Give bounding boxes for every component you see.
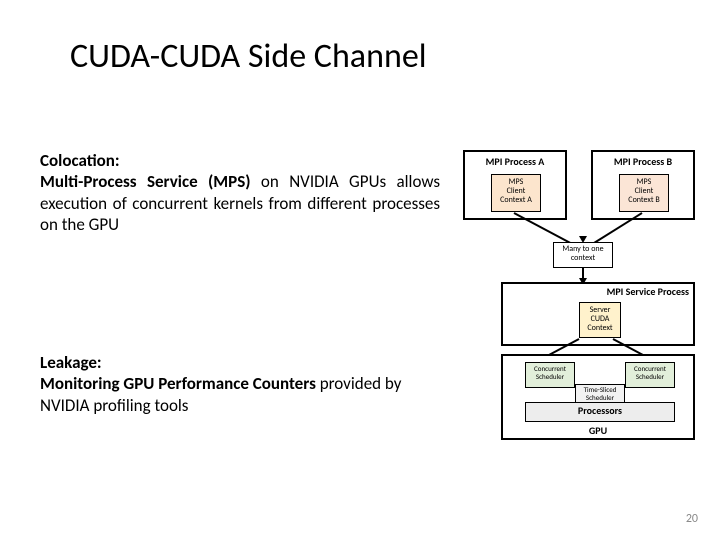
colocation-bold: Multi-Process Service (MPS) (40, 171, 261, 192)
server-cuda-context-box: ServerCUDAContext (579, 302, 621, 338)
mpi-service-box: MPI Service Process ServerCUDAContext (501, 282, 695, 346)
leakage-bold: Monitoring GPU Performance Counters (40, 373, 320, 394)
concurrent-scheduler-a: ConcurrentScheduler (525, 362, 575, 388)
mpi-process-b-box: MPI Process B MPSClientContext B (591, 150, 695, 220)
slide-title: CUDA-CUDA Side Channel (70, 36, 427, 77)
colocation-heading: Colocation: (40, 150, 120, 171)
mpi-service-label: MPI Service Process (607, 286, 689, 298)
leakage-paragraph: Leakage: Monitoring GPU Performance Coun… (40, 352, 440, 416)
concurrent-scheduler-b: ConcurrentScheduler (625, 362, 675, 388)
time-sliced-scheduler: Time-SlicedScheduler (575, 384, 625, 404)
colocation-paragraph: Colocation: Multi-Process Service (MPS) … (40, 150, 440, 235)
gpu-box: ConcurrentScheduler ConcurrentScheduler … (501, 354, 695, 440)
mpi-process-a-box: MPI Process A MPSClientContext A (463, 150, 567, 220)
mps-client-a-box: MPSClientContext A (491, 174, 541, 212)
leakage-heading: Leakage: (40, 352, 102, 373)
mpi-process-b-label: MPI Process B (593, 156, 693, 168)
page-number: 20 (686, 512, 698, 526)
gpu-label: GPU (503, 425, 693, 437)
many-to-one-box: Many to onecontext (553, 242, 613, 268)
processors-box: Processors (525, 402, 675, 422)
mps-client-b-box: MPSClientContext B (619, 174, 669, 212)
mpi-process-a-label: MPI Process A (465, 156, 565, 168)
